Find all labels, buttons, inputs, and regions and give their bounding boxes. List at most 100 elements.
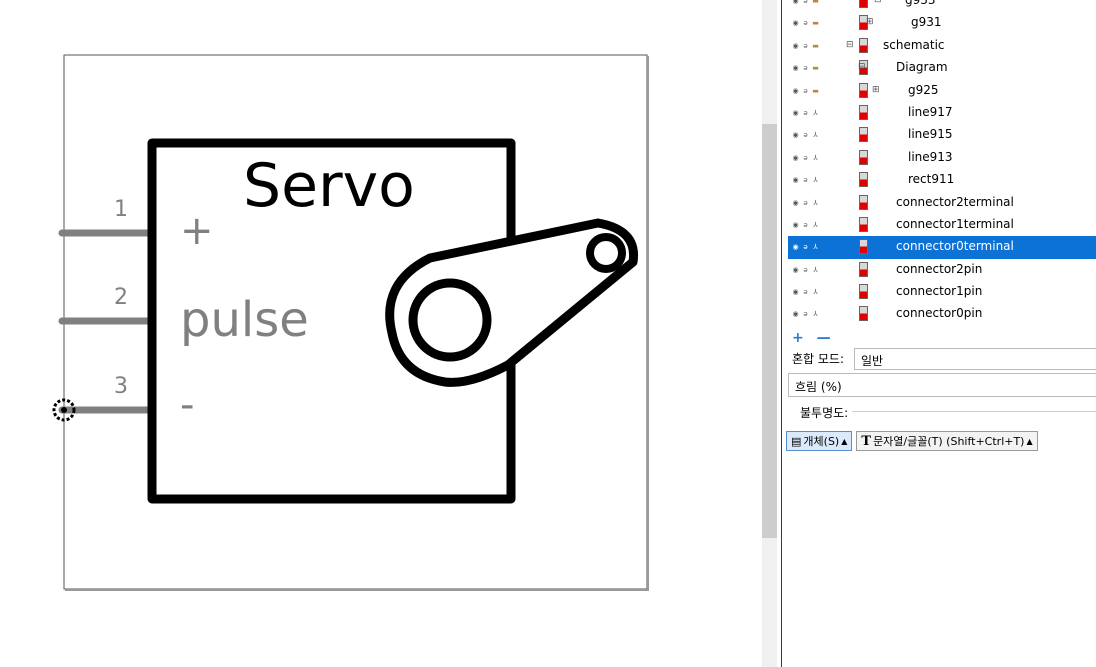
layer-row[interactable]: ◉ ə ▬ ⊞ g931 <box>788 12 1096 34</box>
layer-row[interactable]: ◉ ə ⅄ connector0pin <box>788 303 1096 325</box>
object-type-icon: ⅄ <box>813 108 818 117</box>
lock-icon[interactable]: ə <box>802 154 809 162</box>
layer-row-controls: ◉ ə ▬ <box>792 35 819 57</box>
layer-row[interactable]: ◉ ə ⅄ connector1terminal <box>788 214 1096 236</box>
color-tag-swatch[interactable] <box>859 239 868 255</box>
lock-icon[interactable]: ə <box>802 266 809 274</box>
eye-icon[interactable]: ◉ <box>792 199 799 207</box>
layer-name: schematic <box>883 37 945 52</box>
layer-row[interactable]: ◉ ə ▬ ⊞ g925 <box>788 80 1096 102</box>
layer-row[interactable]: ◉ ə ⅄ line917 <box>788 102 1096 124</box>
eye-icon[interactable]: ◉ <box>792 131 799 139</box>
layer-row[interactable]: ◉ ə ▬ ⊟ Diagram <box>788 57 1096 79</box>
opacity-slider[interactable] <box>852 411 1096 412</box>
object-type-icon: ⅄ <box>813 220 818 229</box>
text-tool-icon: T <box>861 433 872 449</box>
add-layer-button[interactable]: + <box>792 330 804 346</box>
layer-row[interactable]: ◉ ə ⅄ line913 <box>788 147 1096 169</box>
layer-type-icon: ▬ <box>812 41 819 50</box>
canvas-scroll-thumb[interactable] <box>762 124 777 538</box>
lock-icon[interactable]: ə <box>802 42 809 50</box>
layer-row-controls: ◉ ə ▬ <box>792 12 819 34</box>
color-tag-swatch[interactable] <box>859 0 868 8</box>
layer-row[interactable]: ◉ ə ▬ ⊟ schematic <box>788 35 1096 57</box>
eye-icon[interactable]: ◉ <box>792 310 799 318</box>
layer-row[interactable]: ◉ ə ▬ ⊟ g933 <box>788 0 1096 12</box>
eye-icon[interactable]: ◉ <box>792 176 799 184</box>
layer-row-controls: ◉ ə ⅄ <box>792 124 819 146</box>
eye-icon[interactable]: ◉ <box>792 288 799 296</box>
lock-icon[interactable]: ə <box>802 109 809 117</box>
eye-icon[interactable]: ◉ <box>792 0 799 5</box>
drawing-canvas[interactable]: 1 2 3 Servo + pulse - <box>0 0 762 667</box>
eye-icon[interactable]: ◉ <box>792 64 799 72</box>
tab-text-font[interactable]: T 문자열/글꼴(T) (Shift+Ctrl+T) ▲ <box>856 431 1038 451</box>
lock-icon[interactable]: ə <box>802 0 809 5</box>
layer-name: line915 <box>908 127 953 142</box>
color-tag-swatch[interactable] <box>859 261 868 277</box>
lock-icon[interactable]: ə <box>802 221 809 229</box>
pin-label-pulse: pulse <box>180 292 309 348</box>
tree-expander-icon[interactable]: ⊟ <box>874 0 882 5</box>
eye-icon[interactable]: ◉ <box>792 87 799 95</box>
pin-label-plus: + <box>180 208 214 254</box>
lock-icon[interactable]: ə <box>802 19 809 27</box>
tree-expander-icon[interactable]: ⊟ <box>846 40 854 50</box>
tree-expander-icon[interactable]: ⊞ <box>866 17 874 27</box>
object-type-icon: ⅄ <box>813 198 818 207</box>
eye-icon[interactable]: ◉ <box>792 19 799 27</box>
lock-icon[interactable]: ə <box>802 131 809 139</box>
layer-name: connector0terminal <box>896 239 1014 254</box>
layer-row[interactable]: ◉ ə ⅄ connector2terminal <box>788 192 1096 214</box>
lock-icon[interactable]: ə <box>802 87 809 95</box>
blur-field[interactable]: 흐림 (%) <box>788 373 1096 397</box>
color-tag-swatch[interactable] <box>859 172 868 188</box>
remove-layer-button[interactable]: — <box>817 330 831 346</box>
layer-row[interactable]: ◉ ə ⅄ connector0terminal <box>788 236 1096 259</box>
blend-mode-select[interactable]: 일반 <box>854 348 1096 370</box>
color-tag-swatch[interactable] <box>859 149 868 165</box>
horn-hub-circle <box>408 278 492 362</box>
lock-icon[interactable]: ə <box>802 243 809 251</box>
color-tag-swatch[interactable] <box>859 306 868 322</box>
object-type-icon: ⅄ <box>813 176 818 185</box>
layer-name: g925 <box>908 82 939 97</box>
object-type-icon: ⅄ <box>813 288 818 297</box>
lock-icon[interactable]: ə <box>802 310 809 318</box>
color-tag-swatch[interactable] <box>859 127 868 143</box>
color-tag-swatch[interactable] <box>859 284 868 300</box>
pin-label-minus: - <box>180 382 194 428</box>
layer-row-controls: ◉ ə ▬ <box>792 80 819 102</box>
layer-row[interactable]: ◉ ə ⅄ rect911 <box>788 169 1096 191</box>
lock-icon[interactable]: ə <box>802 288 809 296</box>
lock-icon[interactable]: ə <box>802 199 809 207</box>
eye-icon[interactable]: ◉ <box>792 221 799 229</box>
color-tag-swatch[interactable] <box>859 104 868 120</box>
object-tree: ◉ ə ▬ ⊟ g933 ◉ ə ▬ ⊞ g931 ◉ ə ▬ ⊟ schematic ◉ ə ▬ ⊟ Diagram… <box>788 0 1096 326</box>
layer-type-icon: ▬ <box>812 0 819 5</box>
page-shadow-bottom <box>65 589 649 591</box>
tree-expander-icon[interactable]: ⊟ <box>858 62 866 72</box>
eye-icon[interactable]: ◉ <box>792 266 799 274</box>
color-tag-swatch[interactable] <box>859 216 868 232</box>
pin-number-2: 2 <box>114 285 128 310</box>
eye-icon[interactable]: ◉ <box>792 243 799 251</box>
eye-icon[interactable]: ◉ <box>792 154 799 162</box>
lock-icon[interactable]: ə <box>802 64 809 72</box>
layer-row[interactable]: ◉ ə ⅄ line915 <box>788 124 1096 146</box>
eye-icon[interactable]: ◉ <box>792 109 799 117</box>
eye-icon[interactable]: ◉ <box>792 42 799 50</box>
layer-row-controls: ◉ ə ⅄ <box>792 259 819 281</box>
tree-expander-icon[interactable]: ⊞ <box>872 85 880 95</box>
add-remove-controls: + — <box>792 330 839 346</box>
color-tag-swatch[interactable] <box>859 82 868 98</box>
layer-row[interactable]: ◉ ə ⅄ connector1pin <box>788 281 1096 303</box>
layer-row[interactable]: ◉ ə ⅄ connector2pin <box>788 259 1096 281</box>
color-tag-swatch[interactable] <box>859 37 868 53</box>
layer-name: connector1terminal <box>896 216 1014 231</box>
lock-icon[interactable]: ə <box>802 176 809 184</box>
tab-objects[interactable]: ▤ 개체(S) ▲ <box>786 431 853 451</box>
page-shadow-right <box>647 56 649 590</box>
color-tag-swatch[interactable] <box>859 194 868 210</box>
layer-name: line917 <box>908 104 953 119</box>
